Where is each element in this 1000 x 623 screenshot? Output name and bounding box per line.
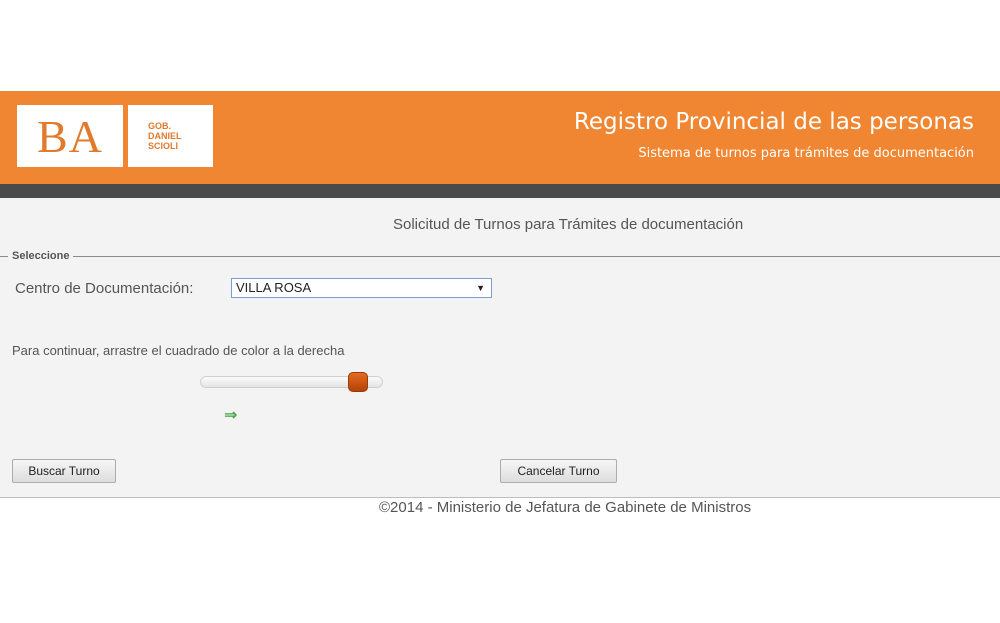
logo-ba: BA (17, 105, 123, 167)
centro-select-value: VILLA ROSA (236, 280, 312, 295)
logo-ba-text: BA (37, 110, 103, 162)
chevron-down-icon: ▼ (476, 283, 485, 293)
header-subtitle: Sistema de turnos para trámites de docum… (638, 146, 974, 161)
page: BA GOB. DANIEL SCIOLI Registro Provincia… (0, 0, 1000, 623)
cancelar-turno-button[interactable]: Cancelar Turno (500, 459, 617, 483)
slider-handle[interactable] (347, 372, 368, 392)
centro-select[interactable]: VILLA ROSA ▼ (231, 278, 492, 298)
fieldset-legend: Seleccione (8, 250, 74, 262)
slider-instruction: Para continuar, arrastre el cuadrado de … (12, 343, 345, 358)
centro-label: Centro de Documentación: (15, 280, 194, 297)
buscar-turno-button[interactable]: Buscar Turno (12, 459, 116, 483)
footer-copyright: ©2014 - Ministerio de Jefatura de Gabine… (379, 499, 752, 516)
arrow-right-icon: ⇒ (224, 407, 238, 424)
page-heading: Solicitud de Turnos para Trámites de doc… (393, 216, 744, 233)
header-title: Registro Provincial de las personas (573, 109, 974, 135)
header-stripe (0, 184, 1000, 198)
footer-divider (0, 497, 1000, 498)
logo-gob-text: GOB. DANIEL SCIOLI (148, 121, 182, 151)
logo-gob-scioli: GOB. DANIEL SCIOLI (128, 105, 213, 167)
fieldset-border (0, 256, 1000, 257)
